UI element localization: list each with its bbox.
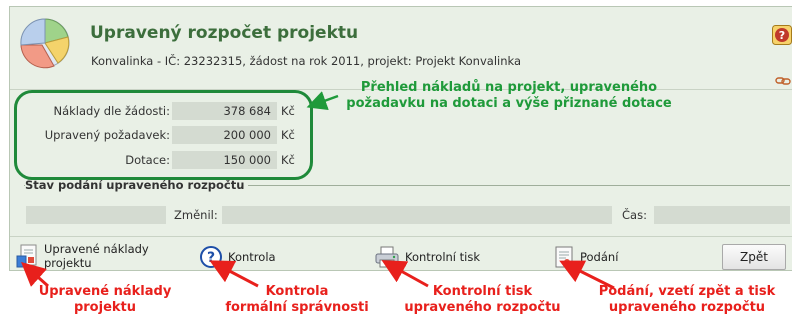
divider (10, 236, 792, 237)
time-field (654, 206, 790, 224)
project-subtitle: Konvalinka - IČ: 23232315, žádost na rok… (91, 54, 522, 68)
adjusted-costs-icon (16, 244, 37, 268)
control-print-label: Kontrolní tisk (405, 250, 481, 264)
submit-label: Podání (580, 250, 619, 264)
adjusted-costs-label: Upravené náklady projektu (44, 242, 149, 270)
submit-annotation-line2: upraveného rozpočtu (608, 300, 766, 315)
pie-chart-icon (20, 18, 70, 69)
printer-icon (375, 246, 399, 268)
check-annotation-line2: formální správnosti (225, 300, 369, 315)
check-annotation: Kontrola formální správnosti (212, 284, 382, 316)
submit-annotation: Podání, vzetí zpět a tisk upraveného roz… (586, 284, 788, 316)
submission-status-title: Stav podání upraveného rozpočtu (25, 178, 249, 192)
question-mark-icon: ? (200, 246, 222, 268)
submit-button[interactable]: Podání (554, 246, 618, 268)
time-label: Čas: (622, 208, 647, 222)
chain-link-icon[interactable] (775, 77, 791, 85)
back-button[interactable]: Zpět (722, 244, 786, 270)
page-title: Upravený rozpočet projektu (90, 23, 359, 43)
summary-annotation-line1: Přehled nákladů na projekt, upraveného (360, 80, 658, 95)
summary-annotation: Přehled nákladů na projekt, upraveného p… (336, 80, 682, 112)
help-icon[interactable]: ? (772, 25, 792, 45)
adjusted-costs-annotation: Upravené náklady projektu (30, 284, 180, 316)
control-print-button[interactable]: Kontrolní tisk (375, 246, 480, 268)
changed-by-label: Změnil: (174, 208, 218, 222)
print-annotation: Kontrolní tisk upraveného rozpočtu (395, 284, 570, 316)
adjusted-costs-label-line2: projektu (44, 256, 92, 270)
status-state-field (26, 206, 166, 224)
submit-annotation-line1: Podání, vzetí zpět a tisk (598, 284, 776, 299)
summary-annotation-line2: požadavku na dotaci a výše přiznané dota… (346, 96, 672, 111)
svg-text:?: ? (779, 29, 785, 42)
summary-highlight-oval (14, 90, 313, 180)
adjusted-costs-annotation-line2: projektu (73, 300, 137, 315)
panel-header: Upravený rozpočet projektu Konvalinka - … (10, 7, 792, 89)
print-annotation-line2: upraveného rozpočtu (404, 300, 561, 315)
adjusted-costs-annotation-line1: Upravené náklady (38, 284, 172, 299)
svg-text:?: ? (207, 250, 215, 266)
document-icon (555, 246, 573, 268)
adjusted-costs-label-line1: Upravené náklady (44, 242, 149, 256)
changed-by-field (222, 206, 612, 224)
check-button[interactable]: ? Kontrola (200, 246, 276, 268)
print-annotation-line1: Kontrolní tisk (432, 284, 533, 299)
adjusted-costs-button[interactable]: Upravené náklady projektu (16, 242, 149, 270)
submission-status-group: Stav podání upraveného rozpočtu Změnil: … (24, 178, 790, 231)
check-annotation-line1: Kontrola (265, 284, 329, 299)
check-label: Kontrola (228, 250, 276, 264)
